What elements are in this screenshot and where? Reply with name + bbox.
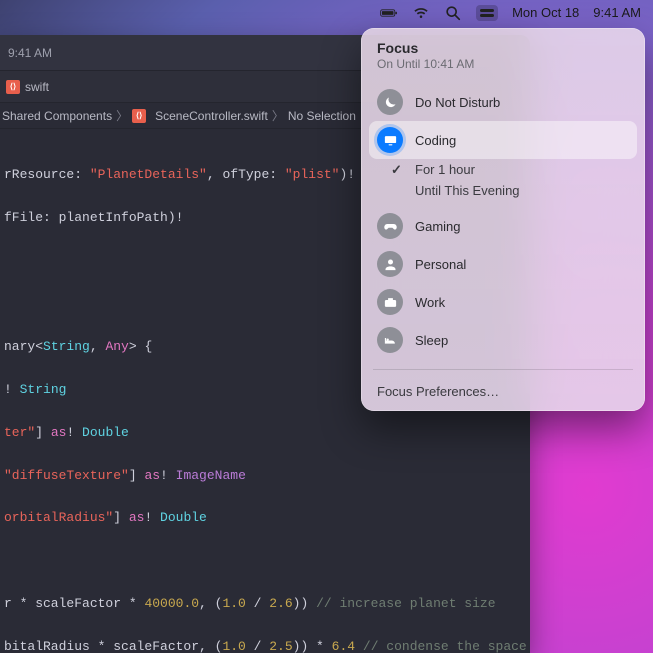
focus-item-label: Work	[415, 295, 445, 310]
breadcrumb-item[interactable]: Shared Components	[2, 109, 112, 123]
spotlight-icon[interactable]	[444, 4, 462, 22]
focus-item-sleep[interactable]: Sleep	[369, 321, 637, 359]
moon-icon	[377, 89, 403, 115]
briefcase-icon	[377, 289, 403, 315]
gamepad-icon	[377, 213, 403, 239]
focus-item-personal[interactable]: Personal	[369, 245, 637, 283]
swift-file-icon	[6, 80, 20, 94]
swift-file-icon	[132, 109, 146, 123]
control-center-icon[interactable]	[476, 5, 498, 21]
menubar-date[interactable]: Mon Oct 18	[512, 5, 579, 20]
bed-icon	[377, 327, 403, 353]
focus-duration-evening[interactable]: Until This Evening	[369, 180, 637, 201]
chevron-right-icon: 〉	[272, 107, 284, 124]
battery-icon[interactable]	[380, 4, 398, 22]
focus-preferences[interactable]: Focus Preferences…	[361, 376, 645, 405]
breadcrumb-item[interactable]: No Selection	[288, 109, 356, 123]
focus-item-label: Personal	[415, 257, 466, 272]
focus-title: Focus	[377, 40, 629, 56]
menu-bar: Mon Oct 18 9:41 AM	[0, 0, 653, 25]
focus-item-gaming[interactable]: Gaming	[369, 207, 637, 245]
focus-popover: Focus On Until 10:41 AM Do Not Disturb C…	[361, 28, 645, 411]
menubar-time[interactable]: 9:41 AM	[593, 5, 641, 20]
focus-item-coding[interactable]: Coding	[369, 121, 637, 159]
focus-subtitle: On Until 10:41 AM	[377, 57, 629, 71]
wifi-icon[interactable]	[412, 4, 430, 22]
person-icon	[377, 251, 403, 277]
divider	[373, 369, 633, 370]
focus-item-dnd[interactable]: Do Not Disturb	[369, 83, 637, 121]
display-icon	[377, 127, 403, 153]
focus-item-work[interactable]: Work	[369, 283, 637, 321]
chevron-right-icon: 〉	[116, 107, 128, 124]
focus-item-label: Sleep	[415, 333, 448, 348]
focus-item-label: Coding	[415, 133, 456, 148]
focus-duration-1hour[interactable]: For 1 hour	[369, 159, 637, 180]
editor-tab-label[interactable]: swift	[25, 80, 49, 94]
focus-item-label: Do Not Disturb	[415, 95, 500, 110]
breadcrumb-item[interactable]: SceneController.swift	[155, 109, 268, 123]
focus-item-label: Gaming	[415, 219, 461, 234]
toolbar-time: 9:41 AM	[8, 46, 52, 60]
